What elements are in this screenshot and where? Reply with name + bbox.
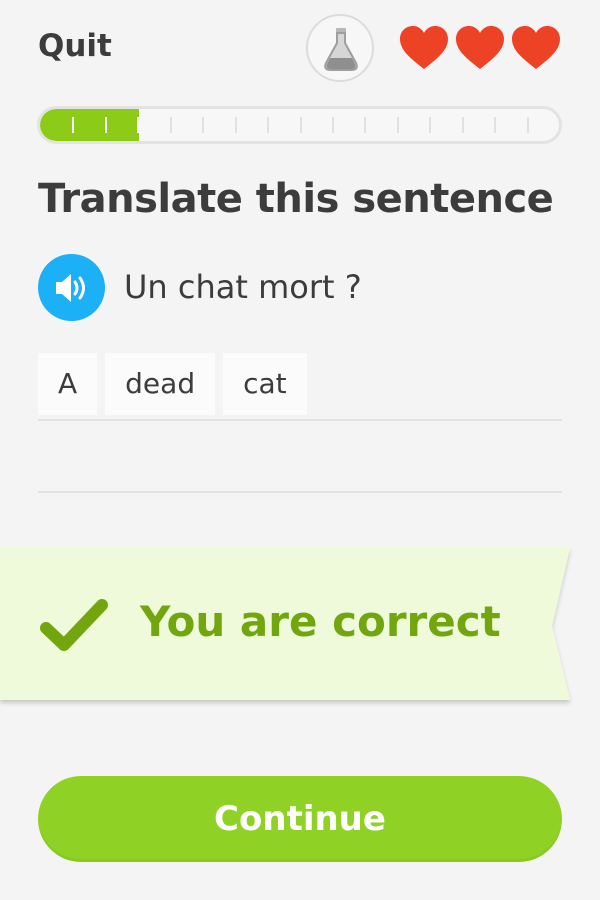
progress-tick	[364, 117, 367, 133]
progress-tick	[396, 117, 399, 133]
heart-icon	[456, 26, 504, 69]
progress-tick	[137, 117, 140, 133]
word-tile[interactable]: A	[38, 353, 98, 415]
progress-tick	[104, 117, 107, 133]
word-tile[interactable]: dead	[105, 353, 216, 415]
progress-tick	[331, 117, 334, 133]
progress-tick	[429, 117, 432, 133]
exercise-title: Translate this sentence	[38, 176, 554, 222]
progress-tick	[72, 117, 75, 133]
prompt-sentence: Un chat mort ?	[124, 268, 362, 306]
progress-tick	[169, 117, 172, 133]
answer-line-2	[38, 491, 562, 493]
play-audio-button[interactable]	[38, 254, 105, 321]
feedback-message: You are correct	[140, 597, 501, 646]
potion-flask-icon	[324, 28, 358, 71]
progress-fill	[40, 109, 139, 141]
progress-tick	[526, 117, 529, 133]
progress-tick	[234, 117, 237, 133]
lesson-progress-bar	[37, 106, 562, 144]
progress-tick	[202, 117, 205, 133]
heart-icon	[512, 26, 560, 69]
potion-button[interactable]	[306, 14, 374, 82]
answer-line-1	[38, 419, 562, 421]
heart-icon	[400, 26, 448, 69]
checkmark-icon	[40, 599, 108, 651]
speaker-icon	[56, 274, 85, 302]
hearts	[398, 22, 562, 74]
progress-tick	[461, 117, 464, 133]
quit-button[interactable]: Quit	[38, 28, 112, 64]
word-tile[interactable]: cat	[223, 353, 307, 415]
progress-tick	[299, 117, 302, 133]
continue-button[interactable]: Continue	[38, 776, 562, 862]
progress-tick	[494, 117, 497, 133]
answer-words: Adead cat	[38, 353, 307, 415]
progress-tick	[267, 117, 270, 133]
